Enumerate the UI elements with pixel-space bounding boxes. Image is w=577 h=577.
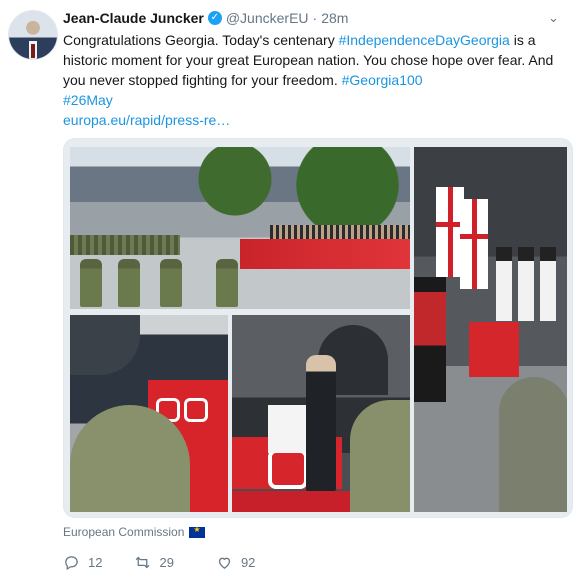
retweet-icon xyxy=(136,556,150,569)
podium-logo xyxy=(268,449,308,489)
reply-button[interactable]: 12 xyxy=(63,554,102,571)
tweet-text-part1: Congratulations Georgia. Today's centena… xyxy=(63,32,339,48)
tweet-timestamp[interactable]: 28m xyxy=(321,10,348,26)
photo-blur-head xyxy=(70,315,140,375)
like-button[interactable]: 92 xyxy=(216,554,255,571)
photo-soldier xyxy=(80,259,102,307)
tweet-actions: 12 29 92 xyxy=(63,554,255,571)
author-handle[interactable]: @JunckerEU xyxy=(226,10,309,26)
photo-blur-foreground xyxy=(350,400,410,512)
photo-speaker-figure xyxy=(306,355,336,491)
eu-flag-icon xyxy=(189,525,206,538)
verified-icon: ✓ xyxy=(207,11,222,25)
author-avatar[interactable] xyxy=(8,10,58,60)
photo-red-stand xyxy=(240,239,410,269)
photo-ceremonial-guard xyxy=(414,277,446,402)
tweet-text: Congratulations Georgia. Today's centena… xyxy=(63,30,563,130)
photo-red-banner xyxy=(469,322,519,377)
photo-guard xyxy=(540,247,556,321)
reply-icon xyxy=(65,556,78,571)
heart-icon xyxy=(218,557,231,569)
media-attribution[interactable]: European Commission xyxy=(63,525,206,539)
photo-crowd[interactable] xyxy=(70,315,228,512)
photo-soldier xyxy=(216,259,238,307)
photo-parade[interactable] xyxy=(70,147,410,309)
attribution-label[interactable]: European Commission xyxy=(63,525,184,539)
retweet-count: 29 xyxy=(159,555,174,570)
hashtag-link[interactable]: #IndependenceDayGeorgia xyxy=(339,32,510,48)
avatar-tie xyxy=(31,44,35,58)
tweet-header: Jean-Claude Juncker ✓ @JunckerEU · 28m xyxy=(63,8,348,28)
hashtag-link[interactable]: #Georgia100 xyxy=(342,72,423,88)
separator-dot: · xyxy=(312,10,318,26)
photo-flags[interactable] xyxy=(414,147,567,512)
photo-speaker[interactable] xyxy=(232,315,410,512)
media-grid xyxy=(63,138,573,518)
chevron-down-icon[interactable]: ⌄ xyxy=(548,10,559,26)
photo-trees xyxy=(190,147,280,227)
retweet-button[interactable]: 29 xyxy=(134,554,174,571)
photo-soldier xyxy=(118,259,140,307)
photo-blur-foreground xyxy=(499,377,567,512)
external-link[interactable]: europa.eu/rapid/press-re… xyxy=(63,112,230,128)
hashtag-link[interactable]: #26May xyxy=(63,92,113,108)
photo-guard xyxy=(518,247,534,321)
photo-soldier xyxy=(160,259,182,307)
banner-logo xyxy=(184,398,208,422)
like-count: 92 xyxy=(240,555,256,570)
photo-lectern xyxy=(268,405,308,453)
photo-guard xyxy=(496,247,512,321)
reply-count: 12 xyxy=(88,555,103,570)
photo-troops xyxy=(70,235,180,255)
georgian-flag xyxy=(460,199,488,289)
author-name[interactable]: Jean-Claude Juncker xyxy=(63,10,204,26)
